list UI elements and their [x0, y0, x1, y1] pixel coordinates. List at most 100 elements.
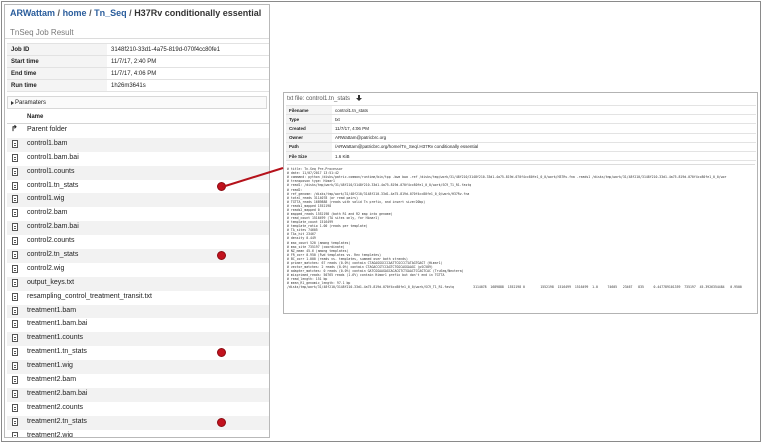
file-viewer-title: txt file: control1.tn_stats	[287, 96, 351, 102]
highlight-marker	[217, 181, 226, 191]
page-title: TnSeq Job Result	[5, 23, 269, 39]
breadcrumb-separator: /	[57, 8, 61, 18]
file-metadata-value: 11/7/17, 4:06 PM	[332, 123, 756, 134]
metadata-label: Start time	[7, 55, 107, 68]
breadcrumb-link-user[interactable]: ARWattam	[10, 8, 55, 18]
file-metadata-value: ARWattam@patricbrc.org	[332, 132, 756, 143]
file-icon	[12, 237, 18, 246]
file-list-header[interactable]: Name	[7, 112, 269, 124]
breadcrumb-link-home[interactable]: home	[63, 8, 87, 18]
file-row[interactable]: control2.counts	[7, 235, 269, 249]
file-name: output_keys.txt	[27, 278, 75, 286]
file-row[interactable]: control2.bam.bai	[7, 221, 269, 236]
file-icon	[12, 195, 18, 204]
file-icon	[12, 223, 18, 232]
file-metadata-label: Created	[286, 123, 332, 134]
file-name: treatment1.counts	[27, 334, 84, 342]
file-row[interactable]: control2.tn_stats	[7, 249, 269, 263]
file-icon	[12, 278, 18, 287]
file-name: treatment2.counts	[27, 403, 84, 411]
file-row[interactable]: resampling_control_treatment_transit.txt	[7, 291, 269, 305]
file-name: resampling_control_treatment_transit.txt	[27, 292, 152, 300]
metadata-row: Run time 1h26m3641s	[7, 79, 269, 92]
parent-folder-row[interactable]: ↱ Parent folder	[7, 124, 269, 138]
metadata-label: End time	[7, 67, 107, 80]
metadata-value: 11/7/17, 4:06 PM	[107, 67, 269, 80]
file-metadata-label: Type	[286, 114, 332, 125]
file-icon	[12, 334, 18, 343]
breadcrumb-current: H37Rv conditionally essential	[134, 8, 262, 18]
job-metadata-table: Job ID 3148f210-33d1-4a75-819d-070f4cc80…	[7, 43, 269, 92]
file-icon	[12, 417, 18, 426]
breadcrumb: ARWattam / home / Tn_Seq / H37Rv conditi…	[5, 5, 269, 23]
file-row[interactable]: control1.bam.bai	[7, 152, 269, 166]
file-row[interactable]: treatment1.wig	[7, 360, 269, 375]
breadcrumb-link-tnseq[interactable]: Tn_Seq	[94, 8, 127, 18]
file-row[interactable]: control2.wig	[7, 263, 269, 277]
breadcrumb-separator: /	[89, 8, 92, 18]
file-viewer-panel: txt file: control1.tn_stats Filename con…	[283, 92, 758, 314]
file-row[interactable]: treatment2.wig	[7, 430, 269, 437]
metadata-row: Job ID 3148f210-33d1-4a75-819d-070f4cc80…	[7, 43, 269, 56]
file-row[interactable]: treatment1.tn_stats	[7, 346, 269, 360]
file-row[interactable]: treatment2.bam.bai	[7, 387, 269, 402]
file-icon	[12, 153, 18, 162]
file-icon	[12, 348, 18, 357]
file-name: treatment2.tn_stats	[27, 417, 87, 425]
preview-line: /disks/tmp/work/31/48f210/3148f210-33d1-…	[287, 285, 742, 290]
file-row[interactable]: treatment2.tn_stats	[7, 415, 269, 430]
file-name: control2.counts	[27, 237, 75, 245]
parameters-toggle[interactable]: Paramaters	[7, 96, 267, 109]
file-row[interactable]: treatment2.counts	[7, 402, 269, 416]
metadata-label: Job ID	[7, 43, 107, 56]
folder-up-icon: ↱	[11, 124, 18, 133]
file-name: treatment2.bam	[27, 376, 77, 384]
file-icon	[12, 362, 18, 371]
file-metadata-row: Owner ARWattam@patricbrc.org	[286, 132, 756, 143]
file-row[interactable]: control1.tn_stats	[7, 180, 269, 194]
file-metadata-value: 1.6 KiB	[332, 150, 756, 162]
file-row[interactable]: output_keys.txt	[7, 276, 269, 291]
metadata-value: 1h26m3641s	[107, 79, 269, 92]
file-row[interactable]: control1.counts	[7, 165, 269, 180]
file-metadata-table: Filename control1.tn_stats Type txt Crea…	[286, 104, 756, 162]
file-row[interactable]: treatment1.bam	[7, 304, 269, 319]
file-name: control1.bam.bai	[27, 153, 79, 161]
file-icon	[12, 167, 18, 176]
file-metadata-value: /ARWattam@patricbrc.org/home/Tn_Seq/.H37…	[332, 141, 756, 152]
file-icon	[12, 376, 18, 385]
file-metadata-label: Owner	[286, 132, 332, 143]
file-metadata-label: Filename	[286, 104, 332, 116]
metadata-label: Run time	[7, 79, 107, 92]
file-row[interactable]: treatment2.bam	[7, 374, 269, 388]
file-icon	[12, 403, 18, 412]
file-icon	[12, 306, 18, 315]
file-icon	[12, 389, 18, 398]
file-name: control1.bam	[27, 139, 68, 147]
file-metadata-row: Type txt	[286, 114, 756, 125]
file-name: control1.wig	[27, 195, 65, 203]
preview-line: # command: python /disks/patric-common/r…	[287, 175, 727, 180]
metadata-value: 11/7/17, 2:40 PM	[107, 55, 269, 68]
file-viewer-header: txt file: control1.tn_stats	[284, 93, 757, 104]
download-icon[interactable]	[355, 95, 362, 101]
file-name: treatment1.bam.bai	[27, 320, 88, 328]
file-icon	[12, 209, 18, 218]
file-icon	[12, 181, 18, 190]
file-name: treatment2.bam.bai	[27, 389, 88, 397]
file-metadata-row: File Size 1.6 KiB	[286, 150, 756, 162]
file-icon	[12, 139, 18, 148]
file-row[interactable]: control2.bam	[7, 207, 269, 221]
file-name: control2.tn_stats	[27, 251, 79, 259]
highlight-marker	[217, 348, 226, 358]
file-row[interactable]: treatment1.bam.bai	[7, 318, 269, 332]
file-icon	[12, 431, 18, 437]
job-result-panel: ARWattam / home / Tn_Seq / H37Rv conditi…	[4, 4, 270, 438]
file-row[interactable]: control1.wig	[7, 193, 269, 208]
file-metadata-row: Path /ARWattam@patricbrc.org/home/Tn_Seq…	[286, 141, 756, 152]
file-row[interactable]: treatment1.counts	[7, 332, 269, 347]
file-row[interactable]: control1.bam	[7, 137, 269, 152]
file-icon	[12, 292, 18, 301]
file-name: treatment1.tn_stats	[27, 348, 87, 356]
parent-folder-label: Parent folder	[27, 126, 68, 133]
